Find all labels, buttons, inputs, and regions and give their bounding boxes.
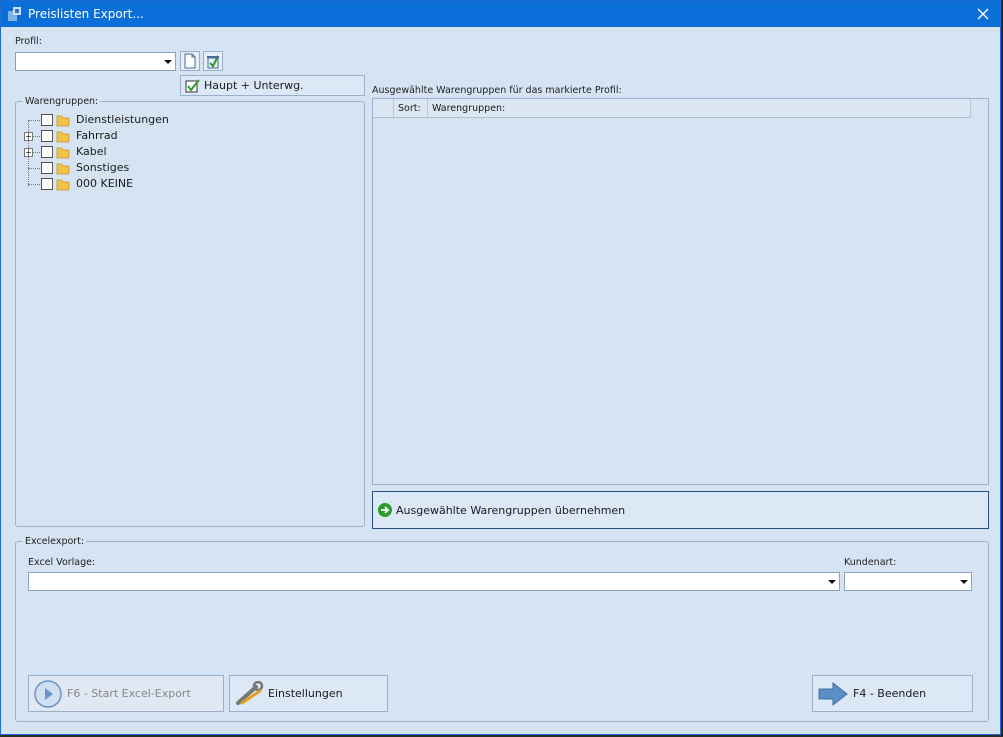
- tree-item-dienstleistungen[interactable]: Dienstleistungen: [16, 112, 216, 128]
- tree-checkbox[interactable]: [41, 162, 53, 174]
- tree-connector: [28, 184, 40, 185]
- new-profile-button[interactable]: [180, 51, 200, 71]
- start-excel-export-button[interactable]: F6 - Start Excel-Export: [28, 675, 224, 712]
- tree-checkbox[interactable]: [41, 114, 53, 126]
- tree-item-label: 000 KEINE: [76, 177, 134, 190]
- kundenart-label: Kundenart:: [844, 557, 897, 568]
- checkbox-check-icon: [185, 78, 200, 92]
- tree-item-sonstiges[interactable]: Sonstiges: [16, 160, 216, 176]
- folder-icon: [56, 147, 70, 159]
- tree-checkbox[interactable]: [41, 130, 53, 142]
- green-arrow-right-icon: [378, 503, 392, 517]
- profil-label: Profil:: [15, 36, 42, 47]
- exit-arrow-icon: [818, 681, 848, 706]
- warengruppen-tree: Dienstleistungen + Fahrrad + Kabel Sonst…: [16, 112, 356, 202]
- beenden-button[interactable]: F4 - Beenden: [812, 675, 973, 712]
- selected-caption: Ausgewählte Warengruppen für das markier…: [372, 85, 622, 96]
- tree-connector: [28, 120, 40, 121]
- tree-item-000-keine[interactable]: 000 KEINE: [16, 176, 216, 192]
- tree-checkbox[interactable]: [41, 178, 53, 190]
- folder-icon: [56, 115, 70, 127]
- folder-icon: [56, 179, 70, 191]
- chevron-down-icon[interactable]: [824, 573, 839, 590]
- kundenart-combobox[interactable]: [844, 572, 972, 591]
- grid-col-warengruppen[interactable]: Warengruppen:: [428, 99, 971, 118]
- einstellungen-button[interactable]: Einstellungen: [229, 675, 388, 712]
- beenden-label: F4 - Beenden: [853, 687, 927, 700]
- start-export-label: F6 - Start Excel-Export: [67, 687, 191, 700]
- warengruppen-legend: Warengruppen:: [23, 96, 101, 107]
- tree-connector: [28, 168, 40, 169]
- tree-vertical-connector: [28, 120, 29, 186]
- delete-profile-button[interactable]: [203, 51, 223, 71]
- profil-combobox[interactable]: [15, 52, 176, 71]
- chevron-down-icon[interactable]: [160, 53, 175, 70]
- tree-item-label: Fahrrad: [76, 129, 118, 142]
- excelexport-legend: Excelexport:: [23, 536, 87, 547]
- apply-groups-button[interactable]: Ausgewählte Warengruppen übernehmen: [372, 491, 989, 529]
- folder-icon: [56, 131, 70, 143]
- close-icon: [977, 8, 989, 20]
- tree-checkbox[interactable]: [41, 146, 53, 158]
- grid-col-sort[interactable]: Sort:: [394, 99, 428, 118]
- haupt-unterwg-button[interactable]: Haupt + Unterwg.: [180, 75, 365, 96]
- delete-profile-icon: [207, 55, 219, 69]
- excel-vorlage-combobox[interactable]: [28, 572, 840, 591]
- einstellungen-label: Einstellungen: [268, 687, 343, 700]
- warengruppen-panel: Warengruppen: Dienstleistungen + Fahrrad…: [15, 96, 365, 527]
- excel-vorlage-label: Excel Vorlage:: [28, 557, 96, 568]
- play-icon: [34, 679, 62, 708]
- wrench-icon: [236, 680, 264, 705]
- window-title: Preislisten Export...: [28, 7, 144, 21]
- grid-header: Sort: Warengruppen:: [373, 99, 971, 118]
- app-icon: [8, 7, 21, 21]
- apply-groups-label: Ausgewählte Warengruppen übernehmen: [396, 503, 626, 517]
- tree-item-fahrrad[interactable]: + Fahrrad: [16, 128, 216, 144]
- haupt-unterwg-label: Haupt + Unterwg.: [204, 79, 304, 92]
- title-bar: Preislisten Export...: [1, 1, 1000, 27]
- tree-item-kabel[interactable]: + Kabel: [16, 144, 216, 160]
- preislisten-export-window: Preislisten Export... Profil: Haupt + Un…: [0, 0, 1001, 735]
- tree-item-label: Dienstleistungen: [76, 113, 169, 126]
- selected-grid[interactable]: Sort: Warengruppen:: [372, 98, 989, 485]
- chevron-down-icon[interactable]: [956, 573, 971, 590]
- close-button[interactable]: [966, 1, 1000, 27]
- folder-icon: [56, 163, 70, 175]
- new-document-icon: [184, 53, 196, 69]
- tree-item-label: Sonstiges: [76, 161, 130, 174]
- tree-item-label: Kabel: [76, 145, 107, 158]
- grid-row-header: [373, 99, 394, 118]
